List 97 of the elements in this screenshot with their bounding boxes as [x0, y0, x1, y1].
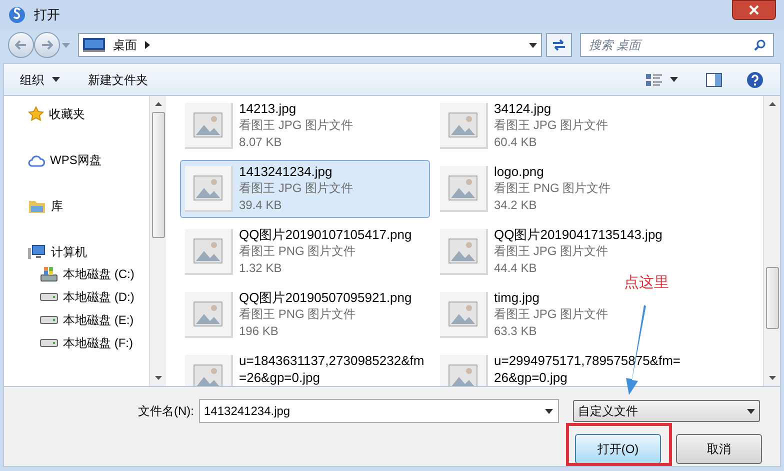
dropdown-caret-icon	[529, 42, 537, 48]
search-field[interactable]: 搜索 桌面	[580, 33, 774, 57]
file-size: 63.3 KB	[494, 323, 538, 340]
refresh-button[interactable]	[546, 33, 572, 57]
file-item[interactable]: 34124.jpg 看图王 JPG 图片文件 60.4 KB	[435, 97, 685, 155]
file-type: 看图王 PNG 图片文件	[239, 243, 357, 260]
dropdown-caret-icon	[747, 408, 755, 414]
desktop-icon	[83, 38, 105, 52]
file-name: 14213.jpg	[239, 100, 298, 117]
scroll-down-icon	[768, 376, 776, 380]
drive-icon	[40, 338, 58, 346]
filename-label: 文件名(N):	[138, 403, 194, 420]
file-size: 1.32 KB	[239, 260, 283, 277]
picture-icon	[448, 236, 478, 266]
close-icon	[749, 5, 759, 15]
dropdown-caret-icon	[52, 77, 60, 82]
nav-item[interactable]: 本地磁盘 (D:)	[63, 288, 134, 306]
file-item[interactable]: QQ图片20190507095921.png 看图王 PNG 图片文件 196 KB	[180, 286, 430, 344]
scrollbar[interactable]	[763, 96, 780, 386]
file-name: 34124.jpg	[494, 100, 552, 117]
scroll-down-icon	[154, 376, 162, 380]
close-button[interactable]	[732, 0, 776, 20]
file-name: QQ图片20190107105417.png	[239, 226, 413, 243]
nav-item[interactable]: 本地磁盘 (F:)	[63, 334, 133, 352]
picture-icon	[193, 299, 223, 329]
open-button[interactable]: 打开(O)	[575, 434, 661, 464]
dropdown-caret-icon	[670, 77, 678, 82]
picture-icon	[448, 173, 478, 203]
file-item[interactable]: logo.png 看图王 PNG 图片文件 34.2 KB	[435, 160, 685, 218]
scroll-up-icon	[768, 102, 776, 106]
file-name: u=1843631137,2730985232&fm=26&gp=0.jpg	[239, 352, 426, 386]
drive-icon	[40, 292, 58, 300]
nav-item[interactable]: 本地磁盘 (E:)	[63, 310, 134, 328]
computer-icon	[28, 244, 46, 260]
file-type: 看图王 JPG 图片文件	[494, 243, 610, 260]
left-arrow-icon	[15, 40, 27, 50]
filename-field[interactable]: 1413241234.jpg	[199, 399, 559, 423]
dropdown-caret-icon	[62, 42, 70, 48]
location-text: 桌面	[113, 37, 137, 54]
scrollbar-thumb[interactable]	[766, 267, 778, 329]
back-button[interactable]	[8, 32, 34, 58]
file-type: 看图王 JPG 图片文件	[494, 306, 610, 323]
nav-item[interactable]: 计算机	[51, 243, 87, 261]
app-logo-icon	[8, 6, 26, 24]
file-name: timg.jpg	[494, 289, 541, 306]
picture-icon	[448, 299, 478, 329]
nav-item[interactable]: 库	[51, 197, 63, 215]
nav-item[interactable]: WPS网盘	[50, 151, 102, 169]
picture-icon	[448, 110, 478, 140]
preview-pane-icon	[706, 72, 722, 86]
file-type: 看图王 PNG 图片文件	[239, 306, 357, 323]
picture-icon	[193, 110, 223, 140]
picture-icon	[193, 236, 223, 266]
star-icon	[28, 106, 44, 122]
organize-menu-button[interactable]: 组织	[20, 70, 60, 88]
file-name: u=2994975171,789575875&fm=26&gp=0.jpg	[494, 352, 682, 386]
address-bar[interactable]: 桌面	[78, 33, 542, 57]
forward-button[interactable]	[34, 32, 60, 58]
file-item[interactable]: 14213.jpg 看图王 JPG 图片文件 8.07 KB	[180, 97, 430, 155]
picture-icon	[193, 173, 223, 203]
folder-icon	[28, 198, 46, 214]
file-size: 44.4 KB	[494, 260, 538, 277]
help-icon	[746, 70, 764, 88]
file-size: 39.4 KB	[239, 197, 283, 214]
file-type: 看图王 JPG 图片文件	[239, 180, 354, 197]
view-options-icon	[646, 72, 662, 86]
file-item[interactable]: 1413241234.jpg 看图王 JPG 图片文件 39.4 KB	[180, 160, 430, 218]
new-folder-button[interactable]: 新建文件夹	[88, 70, 148, 88]
cancel-button[interactable]: 取消	[676, 434, 762, 464]
drive-icon	[40, 316, 58, 324]
cloud-icon	[28, 154, 45, 166]
right-arrow-icon	[41, 40, 53, 50]
file-type: 看图王 PNG 图片文件	[494, 180, 612, 197]
file-name: 1413241234.jpg	[239, 163, 334, 180]
file-size: 34.2 KB	[494, 197, 538, 214]
refresh-arrows-icon	[551, 38, 567, 52]
file-size: 196 KB	[239, 323, 280, 340]
file-size: 60.4 KB	[494, 134, 538, 151]
file-name: QQ图片20190507095921.png	[239, 289, 413, 306]
search-icon	[754, 39, 766, 51]
file-name: logo.png	[494, 163, 545, 180]
breadcrumb-arrow-icon	[145, 41, 150, 49]
scrollbar-thumb[interactable]	[152, 112, 164, 238]
file-item[interactable]: QQ图片20190107105417.png 看图王 PNG 图片文件 1.32 KB	[180, 223, 430, 281]
file-type: 看图王 JPG 图片文件	[494, 117, 610, 134]
annotation-text: 点这里	[624, 273, 669, 293]
dropdown-caret-icon	[545, 409, 553, 414]
drive-icon	[40, 266, 58, 282]
scrollbar[interactable]	[149, 96, 166, 386]
file-type-dropdown[interactable]: 自定义文件	[573, 400, 760, 422]
file-name: QQ图片20190417135143.jpg	[494, 226, 664, 243]
file-type: 看图王 JPG 图片文件	[239, 117, 354, 134]
nav-item[interactable]: 本地磁盘 (C:)	[63, 264, 134, 282]
nav-item[interactable]: 收藏夹	[49, 105, 85, 123]
file-size: 8.07 KB	[239, 134, 283, 151]
scroll-up-icon	[154, 102, 162, 106]
window-title: 打开	[34, 6, 60, 24]
